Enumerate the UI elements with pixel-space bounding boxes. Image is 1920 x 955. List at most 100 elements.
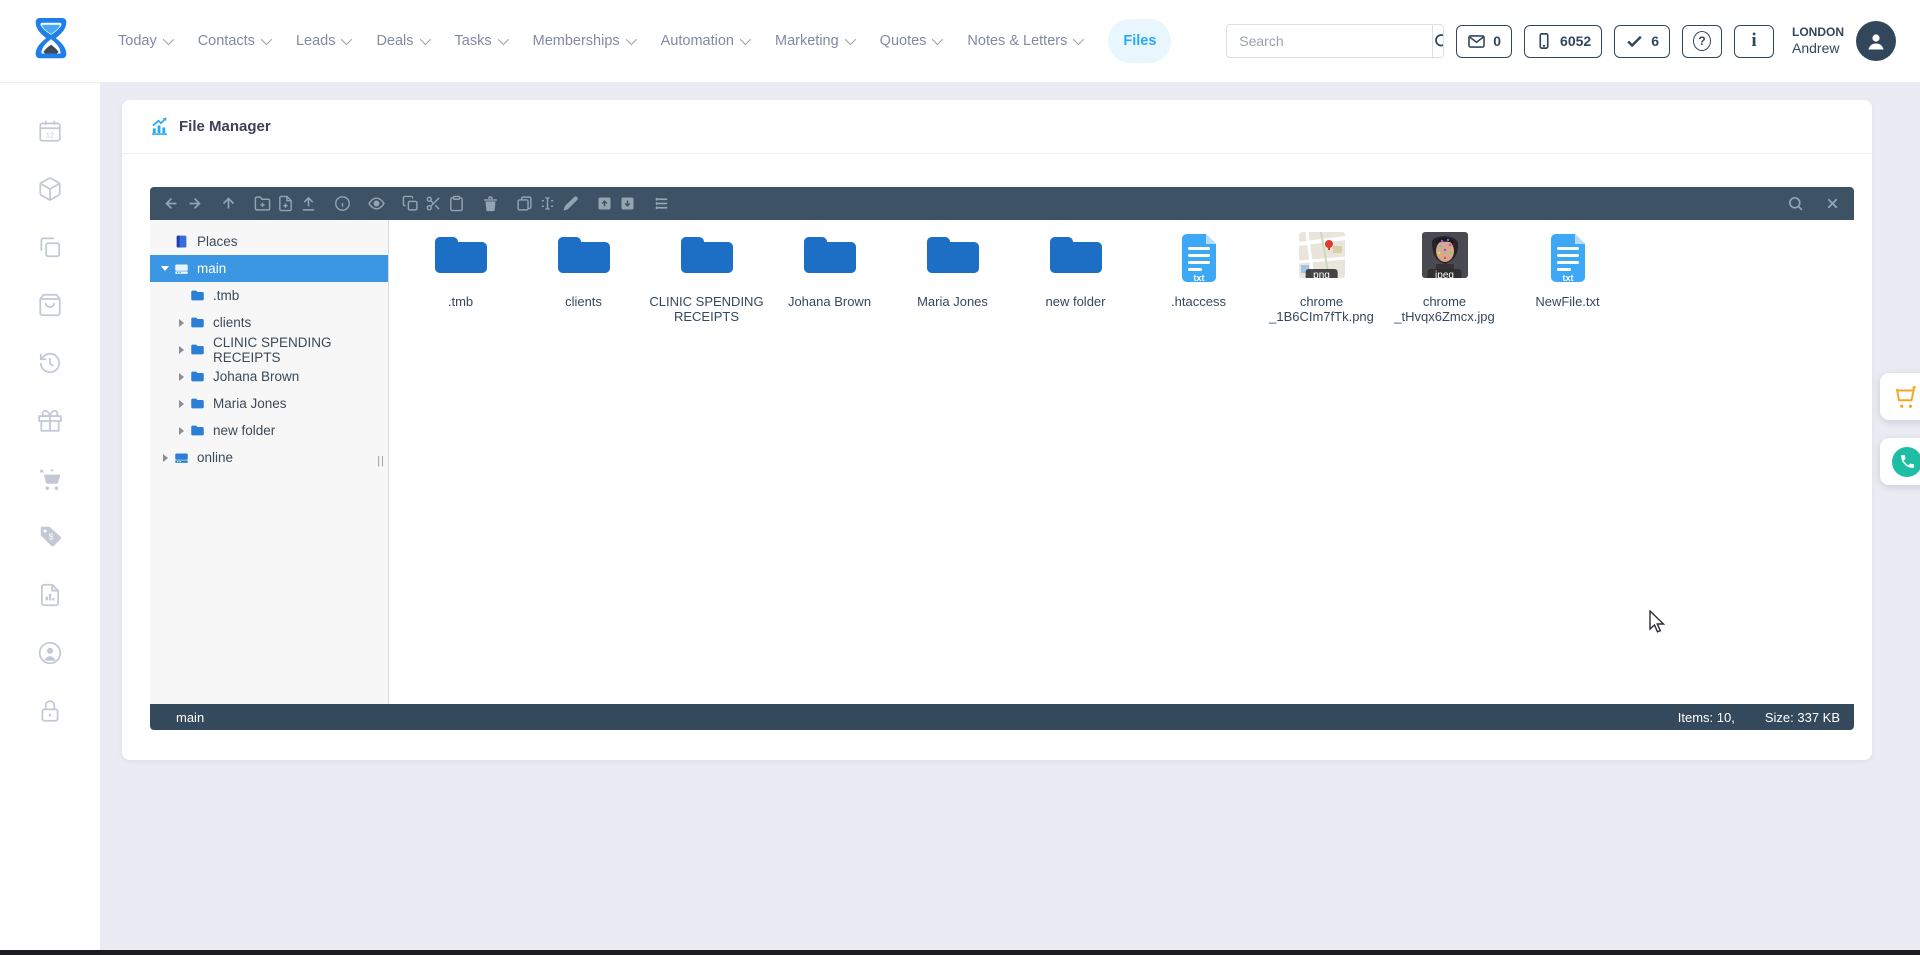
list-view-icon[interactable]: [650, 192, 673, 216]
sidebar-shopping-bag-icon[interactable]: [36, 291, 64, 319]
sidebar-package-icon[interactable]: [36, 175, 64, 203]
sidebar-report-icon[interactable]: [36, 581, 64, 609]
file-item-newfile-txt[interactable]: txt NewFile.txt: [1506, 226, 1629, 325]
upload-icon[interactable]: [297, 192, 320, 216]
sidebar-account-icon[interactable]: [36, 639, 64, 667]
file-name: CLINIC SPENDING RECEIPTS: [649, 295, 763, 325]
search-button[interactable]: [1432, 25, 1444, 57]
rename-icon[interactable]: [536, 192, 559, 216]
file-item-clients[interactable]: clients: [522, 226, 645, 325]
tree-johana-brown[interactable]: Johana Brown: [150, 363, 388, 390]
left-icon-sidebar: 12 $: [0, 82, 100, 950]
extract-icon[interactable]: [616, 192, 639, 216]
file-name: clients: [565, 295, 602, 310]
forward-icon[interactable]: [183, 192, 206, 216]
app-logo[interactable]: [28, 15, 76, 67]
whatsapp-floating-button[interactable]: [1880, 438, 1920, 485]
info-button[interactable]: i: [1734, 25, 1774, 58]
nav-item-automation[interactable]: Automation: [661, 33, 748, 49]
caret-right-icon[interactable]: [163, 454, 168, 462]
nav-item-leads[interactable]: Leads: [296, 33, 350, 49]
caret-right-icon[interactable]: [179, 427, 184, 435]
hourglass-logo-icon: [28, 16, 74, 66]
tree-clients[interactable]: clients: [150, 309, 388, 336]
file-item-tmb[interactable]: .tmb: [399, 226, 522, 325]
sidebar-lock-icon[interactable]: [36, 697, 64, 725]
tree-main[interactable]: main: [150, 255, 388, 282]
folder-icon: [190, 315, 207, 330]
nav-item-files[interactable]: Files: [1108, 19, 1171, 63]
mail-count: 0: [1493, 33, 1501, 49]
nav-item-notes-letters[interactable]: Notes & Letters: [967, 33, 1081, 49]
tree-label: CLINIC SPENDING RECEIPTS: [213, 335, 388, 365]
toolbar-close-icon[interactable]: [1821, 192, 1844, 216]
nav-item-deals[interactable]: Deals: [376, 33, 427, 49]
file-item-htaccess[interactable]: txt .htaccess: [1137, 226, 1260, 325]
sidebar-history-icon[interactable]: [36, 349, 64, 377]
duplicate-icon[interactable]: [513, 192, 536, 216]
file-item-clinic-spending-receipts[interactable]: CLINIC SPENDING RECEIPTS: [645, 226, 768, 325]
help-button[interactable]: ?: [1682, 25, 1722, 58]
tree-label: Maria Jones: [213, 396, 287, 411]
file-name: Johana Brown: [788, 295, 871, 310]
tree-maria-jones[interactable]: Maria Jones: [150, 390, 388, 417]
tree-resize-handle[interactable]: ||: [377, 455, 385, 467]
sidebar-price-tag-icon[interactable]: $: [36, 523, 64, 551]
search-input[interactable]: [1227, 33, 1432, 49]
phone-counter-button[interactable]: 6052: [1524, 25, 1602, 58]
up-directory-icon[interactable]: [217, 192, 240, 216]
sidebar-cart-icon[interactable]: [36, 465, 64, 493]
info-circle-icon[interactable]: [331, 192, 354, 216]
new-folder-icon[interactable]: [251, 192, 274, 216]
new-file-icon[interactable]: [274, 192, 297, 216]
sidebar-calendar-icon[interactable]: 12: [36, 117, 64, 145]
cut-icon[interactable]: [422, 192, 445, 216]
cart-floating-button[interactable]: [1880, 373, 1920, 420]
nav-item-marketing[interactable]: Marketing: [775, 33, 853, 49]
edit-pencil-icon[interactable]: [559, 192, 582, 216]
tree-online[interactable]: online: [150, 444, 388, 471]
caret-down-icon[interactable]: [161, 266, 169, 271]
sidebar-copy-icon[interactable]: [36, 233, 64, 261]
user-avatar[interactable]: [1856, 21, 1896, 61]
caret-right-icon[interactable]: [179, 400, 184, 408]
delete-trash-icon[interactable]: [479, 192, 502, 216]
caret-right-icon[interactable]: [179, 346, 184, 354]
tree-places[interactable]: Places: [150, 228, 388, 255]
screen-bottom-edge: [0, 950, 1920, 955]
tree-new-folder[interactable]: new folder: [150, 417, 388, 444]
file-item-chrome-png[interactable]: png chrome _1B6CIm7fTk.png: [1260, 226, 1383, 325]
nav-item-tasks[interactable]: Tasks: [455, 33, 506, 49]
tree-clinic-spending-receipts[interactable]: CLINIC SPENDING RECEIPTS: [150, 336, 388, 363]
preview-eye-icon[interactable]: [365, 192, 388, 216]
tree-label: Johana Brown: [213, 369, 299, 384]
mail-counter-button[interactable]: 0: [1456, 25, 1512, 58]
tree-tmb[interactable]: .tmb: [150, 282, 388, 309]
folder-icon: [190, 288, 207, 303]
toolbar-search-icon[interactable]: [1784, 192, 1807, 216]
drive-icon: [174, 261, 191, 276]
nav-item-today[interactable]: Today: [118, 33, 171, 49]
caret-right-icon[interactable]: [179, 319, 184, 327]
file-item-maria-jones[interactable]: Maria Jones: [891, 226, 1014, 325]
folder-tree: Places main .tmb cli: [150, 220, 389, 704]
paste-icon[interactable]: [445, 192, 468, 216]
smartphone-icon: [1535, 32, 1553, 50]
chevron-down-icon: [341, 34, 352, 45]
file-item-johana-brown[interactable]: Johana Brown: [768, 226, 891, 325]
file-item-chrome-jpeg[interactable]: jpeg chrome _tHvqx6Zmcx.jpg: [1383, 226, 1506, 325]
nav-item-quotes[interactable]: Quotes: [880, 33, 941, 49]
file-manager-toolbar: [150, 187, 1854, 220]
archive-icon[interactable]: [593, 192, 616, 216]
back-icon[interactable]: [160, 192, 183, 216]
file-name: chrome _tHvqx6Zmcx.jpg: [1394, 295, 1494, 325]
nav-item-contacts[interactable]: Contacts: [198, 33, 269, 49]
tasks-counter-button[interactable]: 6: [1614, 25, 1670, 58]
sidebar-gift-icon[interactable]: [36, 407, 64, 435]
caret-right-icon[interactable]: [179, 373, 184, 381]
nav-label: Tasks: [455, 33, 492, 49]
copy-icon[interactable]: [399, 192, 422, 216]
nav-item-memberships[interactable]: Memberships: [533, 33, 634, 49]
file-item-new-folder[interactable]: new folder: [1014, 226, 1137, 325]
tree-label: .tmb: [213, 288, 239, 303]
